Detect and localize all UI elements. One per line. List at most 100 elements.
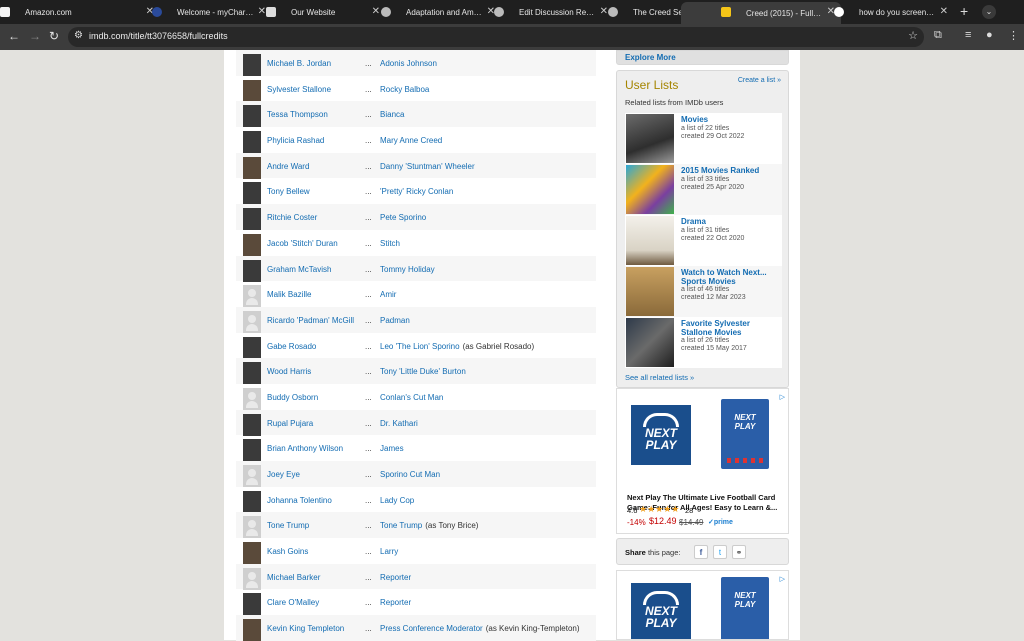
- actor-headshot[interactable]: [243, 105, 261, 128]
- actor-headshot[interactable]: [243, 310, 261, 333]
- facebook-share-icon[interactable]: f: [694, 545, 708, 559]
- back-icon[interactable]: ←: [8, 29, 20, 43]
- character-link[interactable]: 'Pretty' Ricky Conlan: [380, 187, 453, 196]
- list-title-link[interactable]: Watch to Watch Next... Sports Movies: [681, 268, 781, 286]
- actor-name-link[interactable]: Kevin King Templeton: [267, 624, 344, 633]
- tab-screenshot-search[interactable]: how do you screensho ✕: [794, 2, 954, 22]
- character-link[interactable]: Press Conference Moderator: [380, 624, 483, 633]
- address-bar[interactable]: ⚙ imdb.com/title/tt3076658/fullcredits ☆: [68, 27, 924, 47]
- list-thumbnail[interactable]: [626, 114, 674, 163]
- list-thumbnail[interactable]: [626, 267, 674, 316]
- actor-headshot[interactable]: [243, 208, 261, 231]
- actor-headshot[interactable]: [243, 387, 261, 410]
- actor-headshot[interactable]: [243, 593, 261, 616]
- actor-name-link[interactable]: Johanna Tolentino: [267, 496, 332, 505]
- actor-headshot[interactable]: [243, 567, 261, 590]
- list-title-link[interactable]: Drama: [681, 217, 781, 227]
- actor-name-link[interactable]: Sylvester Stallone: [267, 85, 331, 94]
- actor-name-link[interactable]: Tone Trump: [267, 521, 309, 530]
- character-link[interactable]: Reporter: [380, 573, 411, 582]
- actor-headshot[interactable]: [243, 54, 261, 76]
- actor-headshot[interactable]: [243, 182, 261, 205]
- actor-headshot[interactable]: [243, 490, 261, 513]
- actor-name-link[interactable]: Jacob 'Stitch' Duran: [267, 239, 338, 248]
- actor-headshot[interactable]: [243, 619, 261, 641]
- list-thumbnail[interactable]: [626, 318, 674, 367]
- character-link[interactable]: Tommy Holiday: [380, 265, 435, 274]
- actor-name-link[interactable]: Michael Barker: [267, 573, 320, 582]
- character-link[interactable]: Tone Trump: [380, 521, 422, 530]
- profile-icon[interactable]: ●: [986, 29, 993, 41]
- related-list-item[interactable]: Favorite Sylvester Stallone Movies a list…: [625, 317, 782, 368]
- actor-name-link[interactable]: Joey Eye: [267, 470, 300, 479]
- list-title-link[interactable]: Favorite Sylvester Stallone Movies: [681, 319, 781, 337]
- actor-headshot[interactable]: [243, 285, 261, 308]
- character-link[interactable]: Mary Anne Creed: [380, 136, 442, 145]
- site-info-icon[interactable]: ⚙: [74, 30, 83, 41]
- menu-icon[interactable]: ⋮: [1008, 29, 1019, 42]
- character-link[interactable]: Larry: [380, 547, 398, 556]
- list-thumbnail[interactable]: [626, 216, 674, 265]
- actor-name-link[interactable]: Andre Ward: [267, 162, 309, 171]
- actor-headshot[interactable]: [243, 336, 261, 359]
- actor-headshot[interactable]: [243, 259, 261, 282]
- actor-headshot[interactable]: [243, 79, 261, 102]
- actor-name-link[interactable]: Graham McTavish: [267, 265, 331, 274]
- character-link[interactable]: Stitch: [380, 239, 400, 248]
- actor-name-link[interactable]: Ritchie Coster: [267, 213, 317, 222]
- actor-name-link[interactable]: Wood Harris: [267, 367, 311, 376]
- sponsored-ad-2[interactable]: ▷ NEXT PLAY NEXT PLAY: [616, 570, 789, 640]
- actor-name-link[interactable]: Brian Anthony Wilson: [267, 444, 343, 453]
- actor-name-link[interactable]: Malik Bazille: [267, 290, 311, 299]
- twitter-share-icon[interactable]: t: [713, 545, 727, 559]
- reading-list-icon[interactable]: ≡: [965, 29, 971, 41]
- actor-headshot[interactable]: [243, 362, 261, 385]
- sponsored-ad[interactable]: ▷ NEXT PLAY NEXT PLAY Next Play The Ulti…: [616, 388, 789, 534]
- related-list-item[interactable]: Watch to Watch Next... Sports Movies a li…: [625, 266, 782, 317]
- actor-name-link[interactable]: Rupal Pujara: [267, 419, 313, 428]
- character-link[interactable]: Padman: [380, 316, 410, 325]
- new-tab-icon[interactable]: +: [960, 3, 968, 19]
- actor-headshot[interactable]: [243, 516, 261, 539]
- create-list-link[interactable]: Create a list »: [738, 77, 781, 84]
- character-link[interactable]: Pete Sporino: [380, 213, 426, 222]
- actor-headshot[interactable]: [243, 131, 261, 154]
- character-link[interactable]: Danny 'Stuntman' Wheeler: [380, 162, 475, 171]
- character-link[interactable]: Amir: [380, 290, 396, 299]
- related-list-item[interactable]: Drama a list of 31 titles created 22 Oct 2…: [625, 215, 782, 266]
- actor-headshot[interactable]: [243, 233, 261, 256]
- actor-name-link[interactable]: Tessa Thompson: [267, 110, 328, 119]
- actor-headshot[interactable]: [243, 542, 261, 565]
- tab-search-icon[interactable]: ⌄: [982, 5, 996, 19]
- related-list-item[interactable]: 2015 Movies Ranked a list of 33 titles cre…: [625, 164, 782, 215]
- actor-name-link[interactable]: Phylicia Rashad: [267, 136, 324, 145]
- actor-name-link[interactable]: Kash Goins: [267, 547, 308, 556]
- extensions-icon[interactable]: ⧉: [934, 29, 942, 42]
- ad-choices-icon[interactable]: ▷: [780, 393, 785, 401]
- character-link[interactable]: Bianca: [380, 110, 404, 119]
- explore-more-link[interactable]: Explore More: [616, 50, 789, 65]
- character-link[interactable]: James: [380, 444, 404, 453]
- reload-icon[interactable]: ↻: [49, 29, 59, 43]
- character-link[interactable]: Adonis Johnson: [380, 59, 437, 68]
- actor-name-link[interactable]: Michael B. Jordan: [267, 59, 331, 68]
- character-link[interactable]: Leo 'The Lion' Sporino: [380, 342, 460, 351]
- actor-headshot[interactable]: [243, 413, 261, 436]
- ad-choices-icon[interactable]: ▷: [780, 575, 785, 583]
- list-title-link[interactable]: 2015 Movies Ranked: [681, 166, 781, 176]
- actor-name-link[interactable]: Clare O'Malley: [267, 598, 319, 607]
- actor-name-link[interactable]: Gabe Rosado: [267, 342, 316, 351]
- character-link[interactable]: Dr. Kathari: [380, 419, 418, 428]
- actor-name-link[interactable]: Buddy Osborn: [267, 393, 318, 402]
- link-share-icon[interactable]: ⚭: [732, 545, 746, 559]
- character-link[interactable]: Sporino Cut Man: [380, 470, 440, 479]
- character-link[interactable]: Reporter: [380, 598, 411, 607]
- bookmark-star-icon[interactable]: ☆: [908, 29, 918, 42]
- list-title-link[interactable]: Movies: [681, 115, 781, 125]
- character-link[interactable]: Tony 'Little Duke' Burton: [380, 367, 466, 376]
- forward-icon[interactable]: →: [29, 29, 41, 43]
- close-icon[interactable]: ✕: [940, 6, 948, 17]
- actor-name-link[interactable]: Ricardo 'Padman' McGill: [267, 316, 354, 325]
- actor-headshot[interactable]: [243, 439, 261, 462]
- actor-name-link[interactable]: Tony Bellew: [267, 187, 310, 196]
